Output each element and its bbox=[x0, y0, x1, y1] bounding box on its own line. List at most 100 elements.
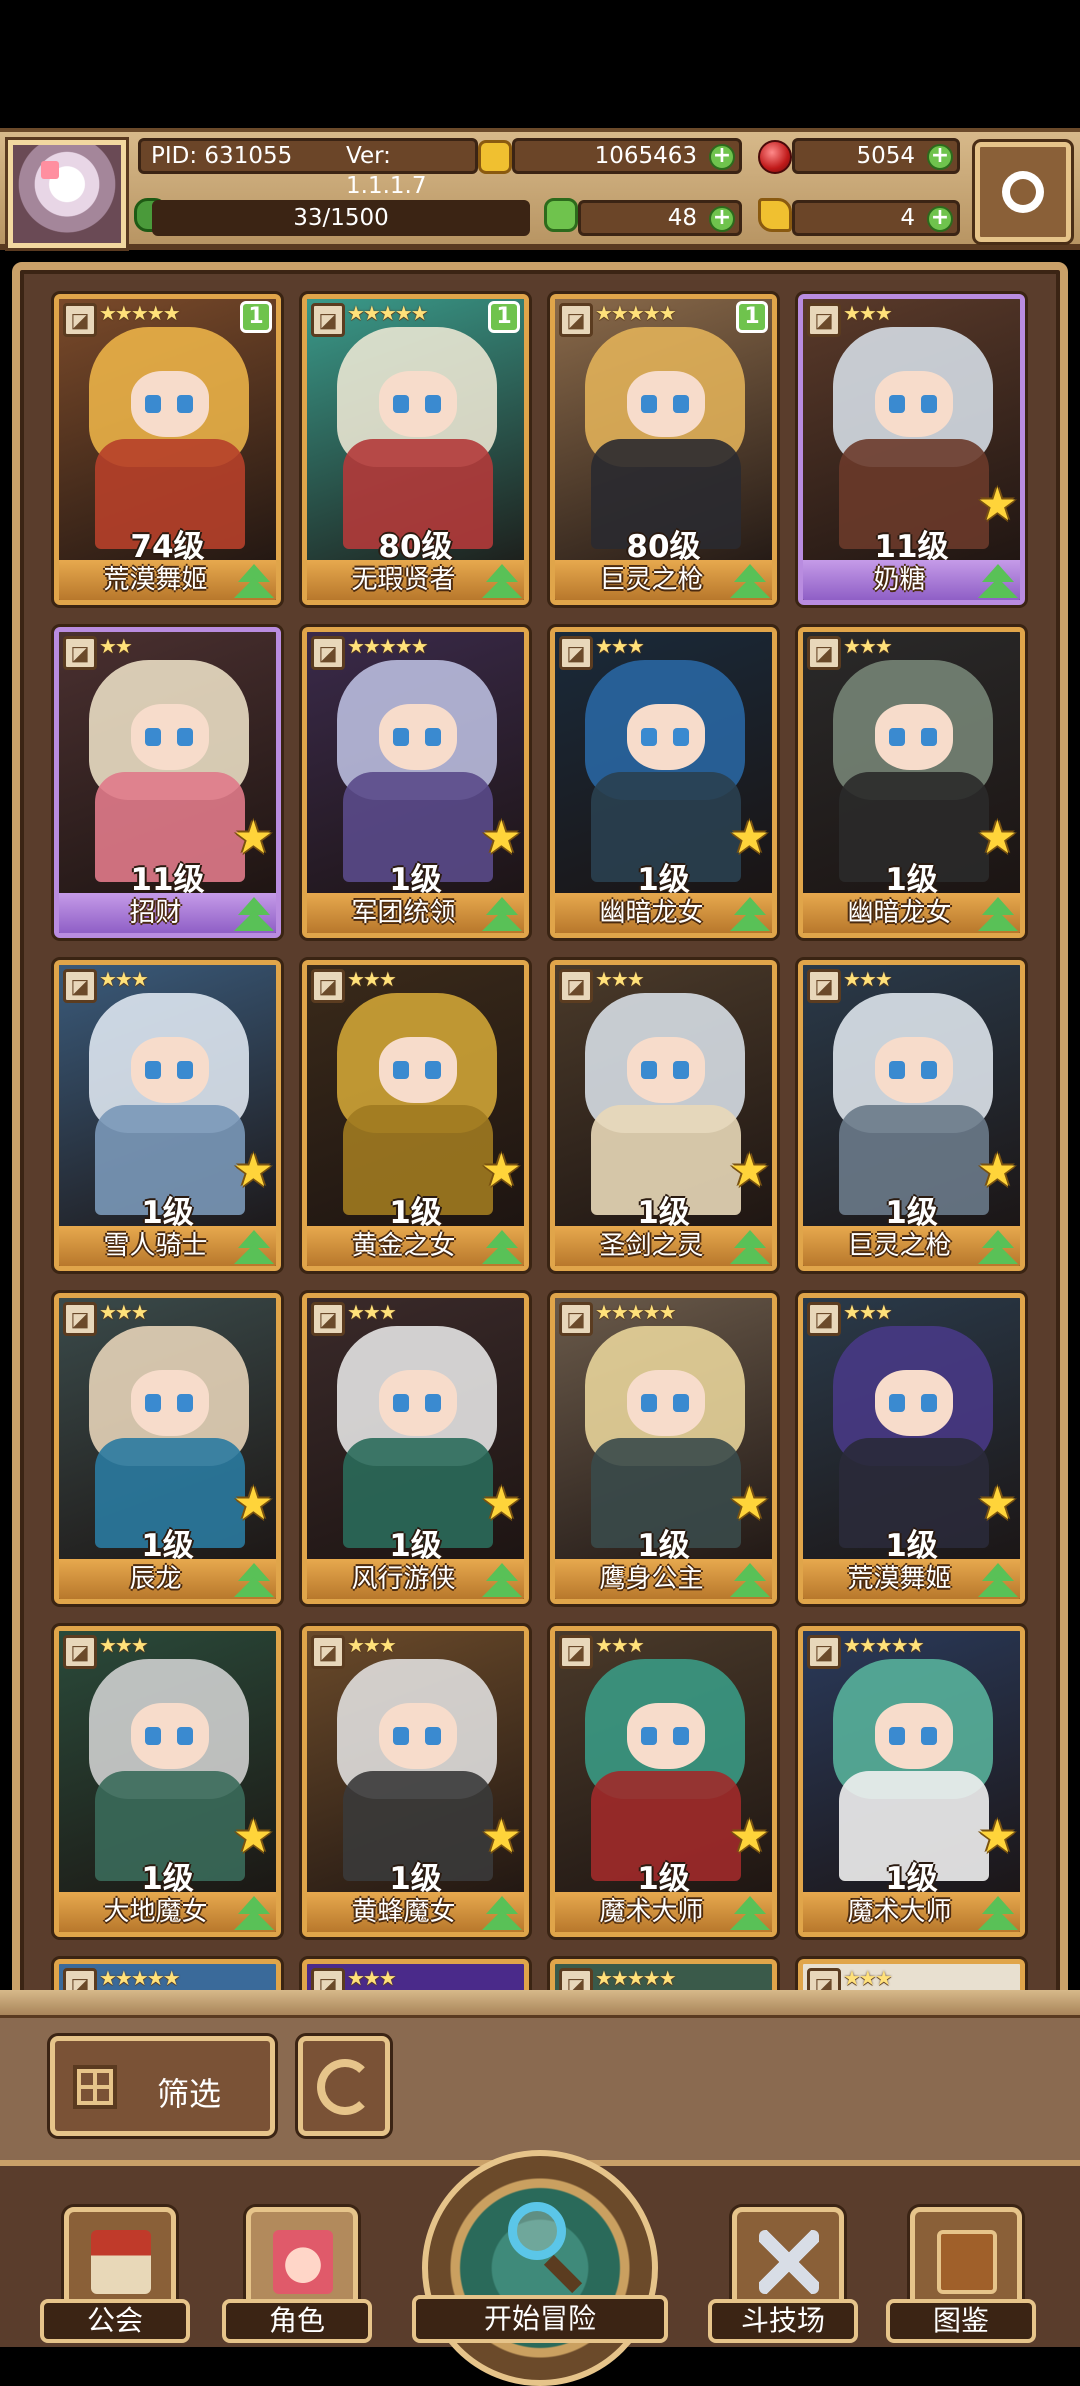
element-icon: ◪ bbox=[807, 303, 841, 337]
character-card[interactable]: ◪ ★★★★★ ★ 1级 魔术大师 bbox=[798, 1626, 1025, 1937]
rarity-stars: ★★★ bbox=[347, 1300, 397, 1324]
level-up-arrow-icon bbox=[728, 1888, 772, 1932]
level-up-arrow-icon bbox=[232, 889, 276, 933]
filter-button[interactable]: 筛选 bbox=[50, 2036, 275, 2136]
element-icon: ◪ bbox=[807, 969, 841, 1003]
settings-button[interactable] bbox=[975, 142, 1071, 242]
key-value: 4 bbox=[900, 205, 915, 231]
add-clover-button[interactable]: + bbox=[709, 206, 735, 232]
nav-arena-label: 斗技场 bbox=[708, 2299, 858, 2343]
character-card[interactable]: ◪ ★★ ★ 11级 招财 bbox=[54, 627, 281, 938]
character-card[interactable]: ◪ ★★★ ★ 1级 黄蜂魔女 bbox=[302, 1626, 529, 1937]
rarity-stars: ★★★★★ bbox=[843, 1633, 925, 1657]
clover-icon bbox=[544, 198, 578, 232]
level-up-arrow-icon bbox=[480, 556, 524, 600]
rarity-stars: ★★★ bbox=[595, 967, 645, 991]
character-card[interactable]: ◪ ★★★ ★ 1级 大地魔女 bbox=[54, 1626, 281, 1937]
character-card[interactable]: ◪ ★★★ ★ 1级 幽暗龙女 bbox=[550, 627, 777, 938]
level-up-arrow-icon bbox=[976, 556, 1020, 600]
nav-start-adventure[interactable]: 开始冒险 bbox=[412, 2150, 668, 2386]
version-text: Ver: 1.1.1.7 bbox=[346, 143, 427, 199]
level-up-arrow-icon bbox=[728, 889, 772, 933]
world-map-icon bbox=[422, 2150, 658, 2386]
character-card[interactable]: ◪ ★★★★★ ★ 1级 鹰身公主 bbox=[550, 1293, 777, 1604]
rarity-stars: ★★★★★ bbox=[595, 1300, 677, 1324]
crossed-swords-icon bbox=[759, 2230, 819, 2294]
nav-codex[interactable]: 图鉴 bbox=[886, 2197, 1036, 2347]
level-up-arrow-icon bbox=[976, 889, 1020, 933]
magnifier-icon bbox=[508, 2202, 566, 2260]
level-up-arrow-icon bbox=[480, 1222, 524, 1266]
gem-icon bbox=[758, 140, 792, 174]
key-icon bbox=[758, 198, 792, 232]
new-count-badge: 1 bbox=[736, 301, 768, 333]
character-card[interactable]: ◪ ★★★ ★ 1级 荒漠舞姬 bbox=[798, 1293, 1025, 1604]
character-card[interactable]: ◪ ★★★★★ ★ 1级 军团统领 bbox=[302, 627, 529, 938]
gold-value: 1065463 bbox=[594, 143, 697, 169]
character-card[interactable]: ◪ ★★★ ★ 1级 黄金之女 bbox=[302, 960, 529, 1271]
player-avatar[interactable] bbox=[8, 140, 126, 248]
character-card[interactable]: ◪ ★★★ ★ 1级 幽暗龙女 bbox=[798, 627, 1025, 938]
rarity-stars: ★★★ bbox=[347, 1633, 397, 1657]
character-card[interactable]: ◪ ★★★ ★ 1级 圣剑之灵 bbox=[550, 960, 777, 1271]
rarity-stars: ★★★★★ bbox=[595, 301, 677, 325]
rarity-stars: ★★ bbox=[99, 634, 133, 658]
element-icon: ◪ bbox=[559, 1635, 593, 1669]
key-counter: 4 + bbox=[792, 200, 960, 236]
exp-bar: 33/1500 bbox=[152, 200, 530, 236]
guild-hall-icon bbox=[91, 2230, 151, 2294]
nav-characters-label: 角色 bbox=[222, 2299, 372, 2343]
rarity-stars: ★★★ bbox=[347, 1966, 397, 1990]
gem-counter: 5054 + bbox=[792, 138, 960, 174]
element-icon: ◪ bbox=[807, 1302, 841, 1336]
add-gem-button[interactable]: + bbox=[927, 144, 953, 170]
rarity-stars: ★★★★★ bbox=[595, 1966, 677, 1990]
rarity-stars: ★★★ bbox=[843, 634, 893, 658]
element-icon: ◪ bbox=[63, 1635, 97, 1669]
exp-text: 33/1500 bbox=[293, 205, 389, 231]
character-card[interactable]: ◪ ★★★★★ 1 80级 巨灵之枪 bbox=[550, 294, 777, 605]
character-card[interactable]: ◪ ★★★★★ 1 80级 无瑕贤者 bbox=[302, 294, 529, 605]
character-card[interactable]: ◪ ★★★ ★ 1级 辰龙 bbox=[54, 1293, 281, 1604]
nav-guild[interactable]: 公会 bbox=[40, 2197, 190, 2347]
rarity-stars: ★★★★★ bbox=[99, 301, 181, 325]
refresh-sort-button[interactable] bbox=[298, 2036, 390, 2136]
clover-counter: 48 + bbox=[578, 200, 742, 236]
element-icon: ◪ bbox=[311, 1302, 345, 1336]
element-icon: ◪ bbox=[807, 636, 841, 670]
game-screen: PID: 631055 Ver: 1.1.1.7 1065463 + 5054 … bbox=[0, 0, 1080, 2386]
element-icon: ◪ bbox=[311, 636, 345, 670]
add-key-button[interactable]: + bbox=[927, 206, 953, 232]
element-icon: ◪ bbox=[559, 969, 593, 1003]
level-up-arrow-icon bbox=[976, 1222, 1020, 1266]
element-icon: ◪ bbox=[559, 303, 593, 337]
rarity-stars: ★★★★★ bbox=[347, 634, 429, 658]
clover-value: 48 bbox=[667, 205, 697, 231]
level-up-arrow-icon bbox=[232, 556, 276, 600]
character-list-panel[interactable]: ◪ ★★★★★ 1 74级 荒漠舞姬 ◪ ★★★★★ 1 80级 无瑕贤者 ◪ … bbox=[12, 262, 1068, 2002]
status-header: PID: 631055 Ver: 1.1.1.7 1065463 + 5054 … bbox=[0, 128, 1080, 250]
new-count-badge: 1 bbox=[240, 301, 272, 333]
level-up-arrow-icon bbox=[728, 556, 772, 600]
level-up-arrow-icon bbox=[480, 1555, 524, 1599]
level-up-arrow-icon bbox=[728, 1555, 772, 1599]
rarity-stars: ★★★ bbox=[347, 967, 397, 991]
character-card[interactable]: ◪ ★★★ ★ 11级 奶糖 bbox=[798, 294, 1025, 605]
rarity-stars: ★★★ bbox=[843, 1300, 893, 1324]
character-card[interactable]: ◪ ★★★ ★ 1级 雪人骑士 bbox=[54, 960, 281, 1271]
rarity-stars: ★★★★★ bbox=[99, 1966, 181, 1990]
character-face-icon bbox=[273, 2230, 333, 2294]
character-card[interactable]: ◪ ★★★ ★ 1级 巨灵之枪 bbox=[798, 960, 1025, 1271]
new-count-badge: 1 bbox=[488, 301, 520, 333]
character-card[interactable]: ◪ ★★★★★ 1 74级 荒漠舞姬 bbox=[54, 294, 281, 605]
add-gold-button[interactable]: + bbox=[709, 144, 735, 170]
nav-characters[interactable]: 角色 bbox=[222, 2197, 372, 2347]
character-card[interactable]: ◪ ★★★ ★ 1级 风行游侠 bbox=[302, 1293, 529, 1604]
nav-codex-label: 图鉴 bbox=[886, 2299, 1036, 2343]
element-icon: ◪ bbox=[807, 1635, 841, 1669]
pid-version-bar: PID: 631055 Ver: 1.1.1.7 bbox=[138, 138, 478, 199]
rarity-stars: ★★★ bbox=[595, 634, 645, 658]
element-icon: ◪ bbox=[559, 1302, 593, 1336]
character-card[interactable]: ◪ ★★★ ★ 1级 魔术大师 bbox=[550, 1626, 777, 1937]
nav-arena[interactable]: 斗技场 bbox=[708, 2197, 858, 2347]
